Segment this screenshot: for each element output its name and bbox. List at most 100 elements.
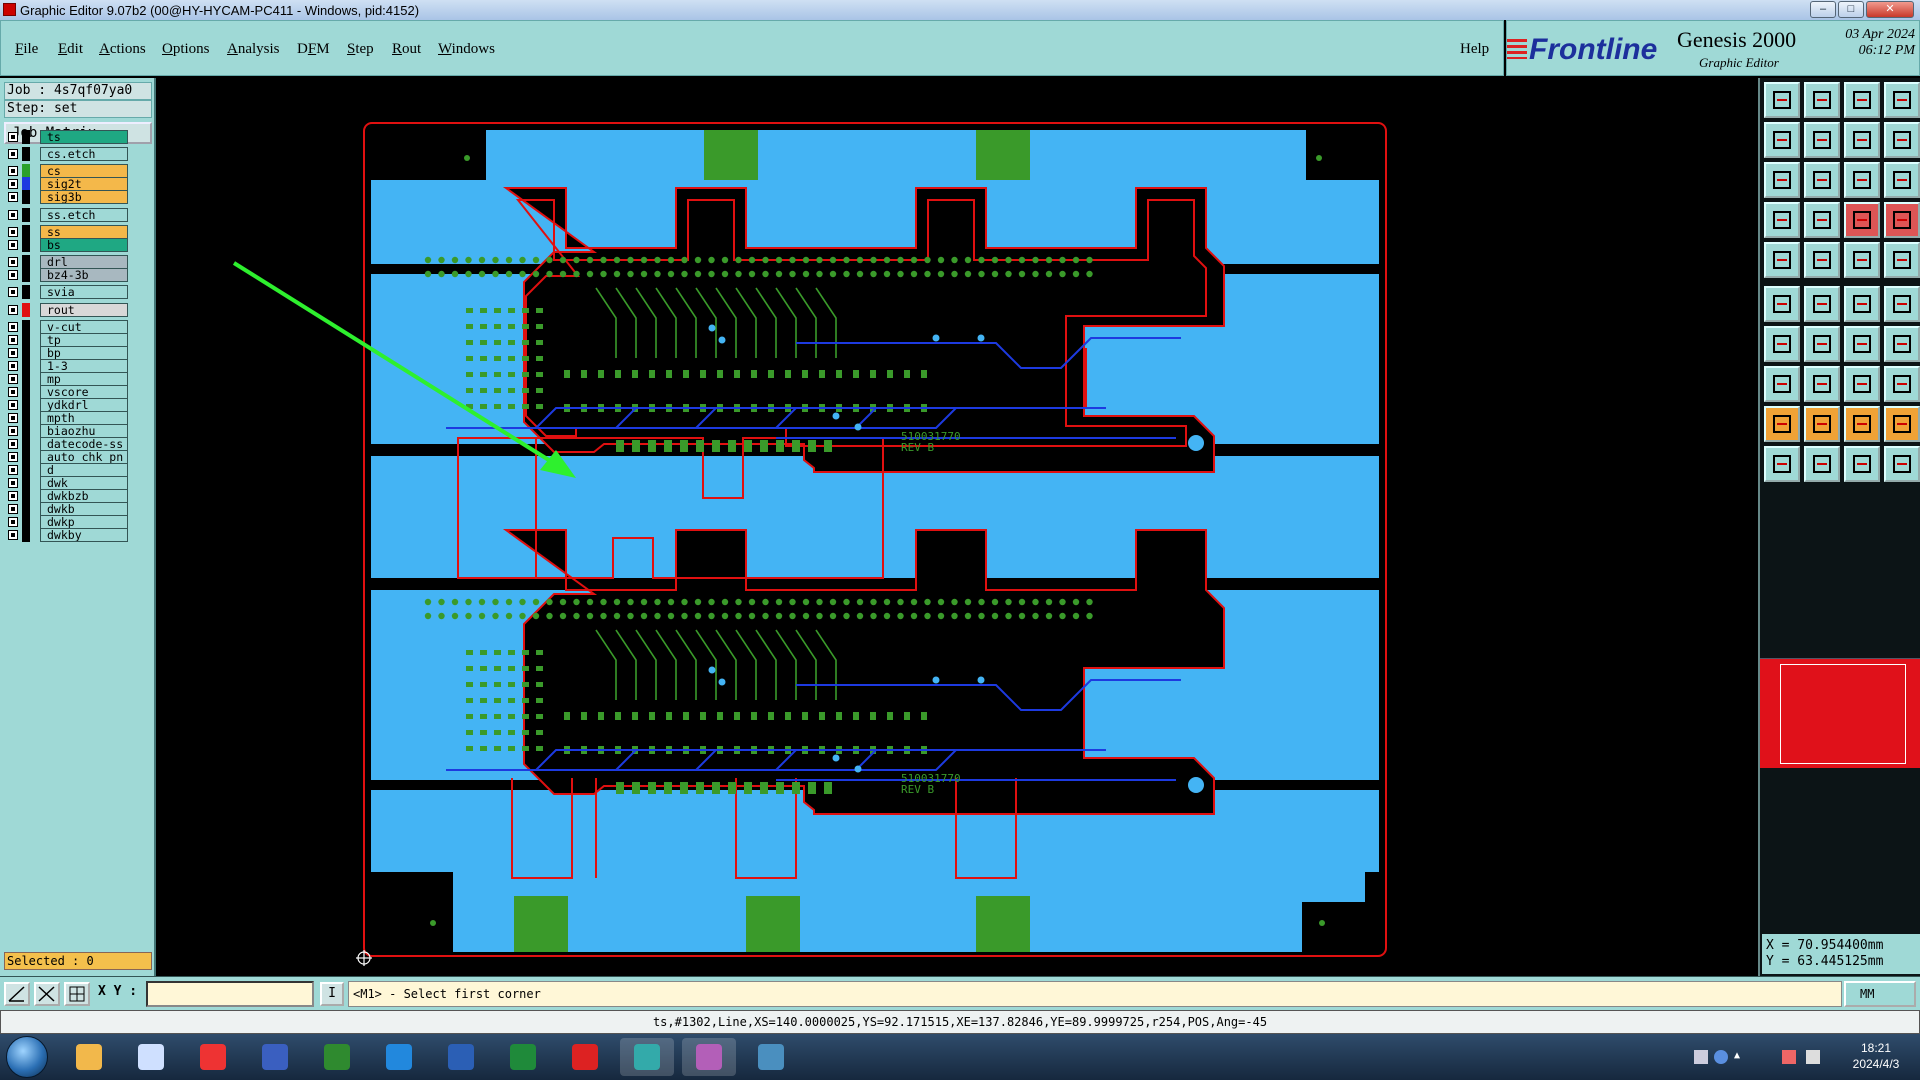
layer-name[interactable]: bp <box>40 346 128 360</box>
window-split-icon[interactable] <box>1884 82 1920 118</box>
select-cursor-2-icon[interactable] <box>1844 446 1880 482</box>
snapshot-icon[interactable] <box>1764 242 1800 278</box>
layer-checkbox[interactable] <box>8 270 18 280</box>
layer-cs.etch[interactable]: cs.etch <box>6 147 128 161</box>
layer-auto_chk_pn[interactable]: auto_chk_pn <box>6 450 128 464</box>
layer-name[interactable]: dwkp <box>40 515 128 529</box>
maximize-button[interactable]: □ <box>1838 1 1864 18</box>
layer-name[interactable]: mp <box>40 372 128 386</box>
grid-toggle-icon[interactable] <box>1804 202 1840 238</box>
layer-cs[interactable]: cs <box>6 164 128 178</box>
layer-1-3[interactable]: 1-3 <box>6 359 128 373</box>
layer-color-swatch[interactable] <box>22 285 30 299</box>
redraw-icon[interactable] <box>1884 122 1920 158</box>
menu-dfm[interactable]: DFM <box>297 41 330 58</box>
layer-checkbox[interactable] <box>8 257 18 267</box>
layer-v-cut[interactable]: v-cut <box>6 320 128 334</box>
surface-fill-icon[interactable] <box>1884 366 1920 402</box>
layer-name[interactable]: datecode-ss <box>40 437 128 451</box>
layer-checkbox[interactable] <box>8 132 18 142</box>
pcb-app-icon[interactable] <box>310 1038 364 1076</box>
layer-color-swatch[interactable] <box>22 177 30 191</box>
layer-color-swatch[interactable] <box>22 424 30 438</box>
measure-mode-icon[interactable] <box>34 982 60 1006</box>
layer-checkbox[interactable] <box>8 192 18 202</box>
snap-mode-icon[interactable] <box>4 982 30 1006</box>
layer-color-swatch[interactable] <box>22 164 30 178</box>
layer-rout[interactable]: rout <box>6 303 128 317</box>
layer-checkbox[interactable] <box>8 504 18 514</box>
layer-name[interactable]: vscore <box>40 385 128 399</box>
layer-checkbox[interactable] <box>8 179 18 189</box>
layer-name[interactable]: mpth <box>40 411 128 425</box>
layer-color-swatch[interactable] <box>22 130 30 144</box>
layer-checkbox[interactable] <box>8 322 18 332</box>
ruler-icon[interactable] <box>1844 242 1880 278</box>
layer-name[interactable]: drl <box>40 255 128 269</box>
layer-color-swatch[interactable] <box>22 238 30 252</box>
edit-shape-icon[interactable] <box>1804 242 1840 278</box>
select-cursor-icon[interactable] <box>1764 446 1800 482</box>
layer-color-swatch[interactable] <box>22 437 30 451</box>
layer-checkbox[interactable] <box>8 413 18 423</box>
pcb-view[interactable]: 510031770 REV B 510031770 REV B <box>156 78 1756 976</box>
units-selector[interactable]: MM <box>1844 981 1916 1007</box>
layer-name[interactable]: bs <box>40 238 128 252</box>
grid-icon[interactable] <box>64 982 90 1006</box>
fit-all-icon[interactable] <box>1764 162 1800 198</box>
layer-biaozhu[interactable]: biaozhu <box>6 424 128 438</box>
menu-options[interactable]: Options <box>162 41 210 58</box>
rotate-arc-icon[interactable] <box>1844 326 1880 362</box>
show-hidden-icons[interactable]: ▲ <box>1734 1050 1748 1064</box>
text-a-icon[interactable] <box>1804 406 1840 442</box>
layer-dwkby[interactable]: dwkby <box>6 528 128 542</box>
graphic-canvas[interactable]: 510031770 REV B 510031770 REV B <box>156 78 1756 976</box>
pan-left-icon[interactable] <box>1764 122 1800 158</box>
layer-color-swatch[interactable] <box>22 320 30 334</box>
layer-color-swatch[interactable] <box>22 489 30 503</box>
query-icon[interactable] <box>1884 162 1920 198</box>
pdf-app-icon[interactable] <box>558 1038 612 1076</box>
layer-name[interactable]: ydkdrl <box>40 398 128 412</box>
horizontal-line-icon[interactable] <box>1804 366 1840 402</box>
layer-checkbox[interactable] <box>8 478 18 488</box>
layer-color-swatch[interactable] <box>22 333 30 347</box>
layer-checkbox[interactable] <box>8 452 18 462</box>
layer-color-swatch[interactable] <box>22 346 30 360</box>
layer-color-swatch[interactable] <box>22 528 30 542</box>
layer-d[interactable]: d <box>6 463 128 477</box>
layer-checkbox[interactable] <box>8 335 18 345</box>
layer-checkbox[interactable] <box>8 439 18 449</box>
menu-file[interactable]: File <box>15 41 38 58</box>
layer-checkbox[interactable] <box>8 287 18 297</box>
keyboard-input-button[interactable]: I <box>320 982 344 1006</box>
layer-checkbox[interactable] <box>8 348 18 358</box>
select-box-icon[interactable] <box>1804 446 1840 482</box>
draw-arc-icon[interactable] <box>1804 326 1840 362</box>
delete-point-icon[interactable] <box>1804 286 1840 322</box>
layer-bp[interactable]: bp <box>6 346 128 360</box>
start-button[interactable] <box>6 1036 48 1078</box>
menu-analysis[interactable]: Analysis <box>227 41 280 58</box>
notepad-app-icon[interactable] <box>124 1038 178 1076</box>
layer-checkbox[interactable] <box>8 361 18 371</box>
xy-input[interactable] <box>146 981 314 1007</box>
layer-color-swatch[interactable] <box>22 225 30 239</box>
layer-checkbox[interactable] <box>8 465 18 475</box>
select-stairs-icon[interactable] <box>1884 446 1920 482</box>
layer-checkbox[interactable] <box>8 491 18 501</box>
layer-bs[interactable]: bs <box>6 238 128 252</box>
layer-name[interactable]: svia <box>40 285 128 299</box>
layer-drl[interactable]: drl <box>6 255 128 269</box>
layer-vscore[interactable]: vscore <box>6 385 128 399</box>
menu-actions[interactable]: Actions <box>99 41 146 58</box>
eye-app-icon[interactable] <box>620 1038 674 1076</box>
layer-name[interactable]: biaozhu <box>40 424 128 438</box>
layer-name[interactable]: v-cut <box>40 320 128 334</box>
layer-sig3b[interactable]: sig3b <box>6 190 128 204</box>
layer-name[interactable]: ts <box>40 130 128 144</box>
layer-dwkb[interactable]: dwkb <box>6 502 128 516</box>
node-edit-icon[interactable] <box>1764 366 1800 402</box>
layer-name[interactable]: ss <box>40 225 128 239</box>
layer-checkbox[interactable] <box>8 210 18 220</box>
